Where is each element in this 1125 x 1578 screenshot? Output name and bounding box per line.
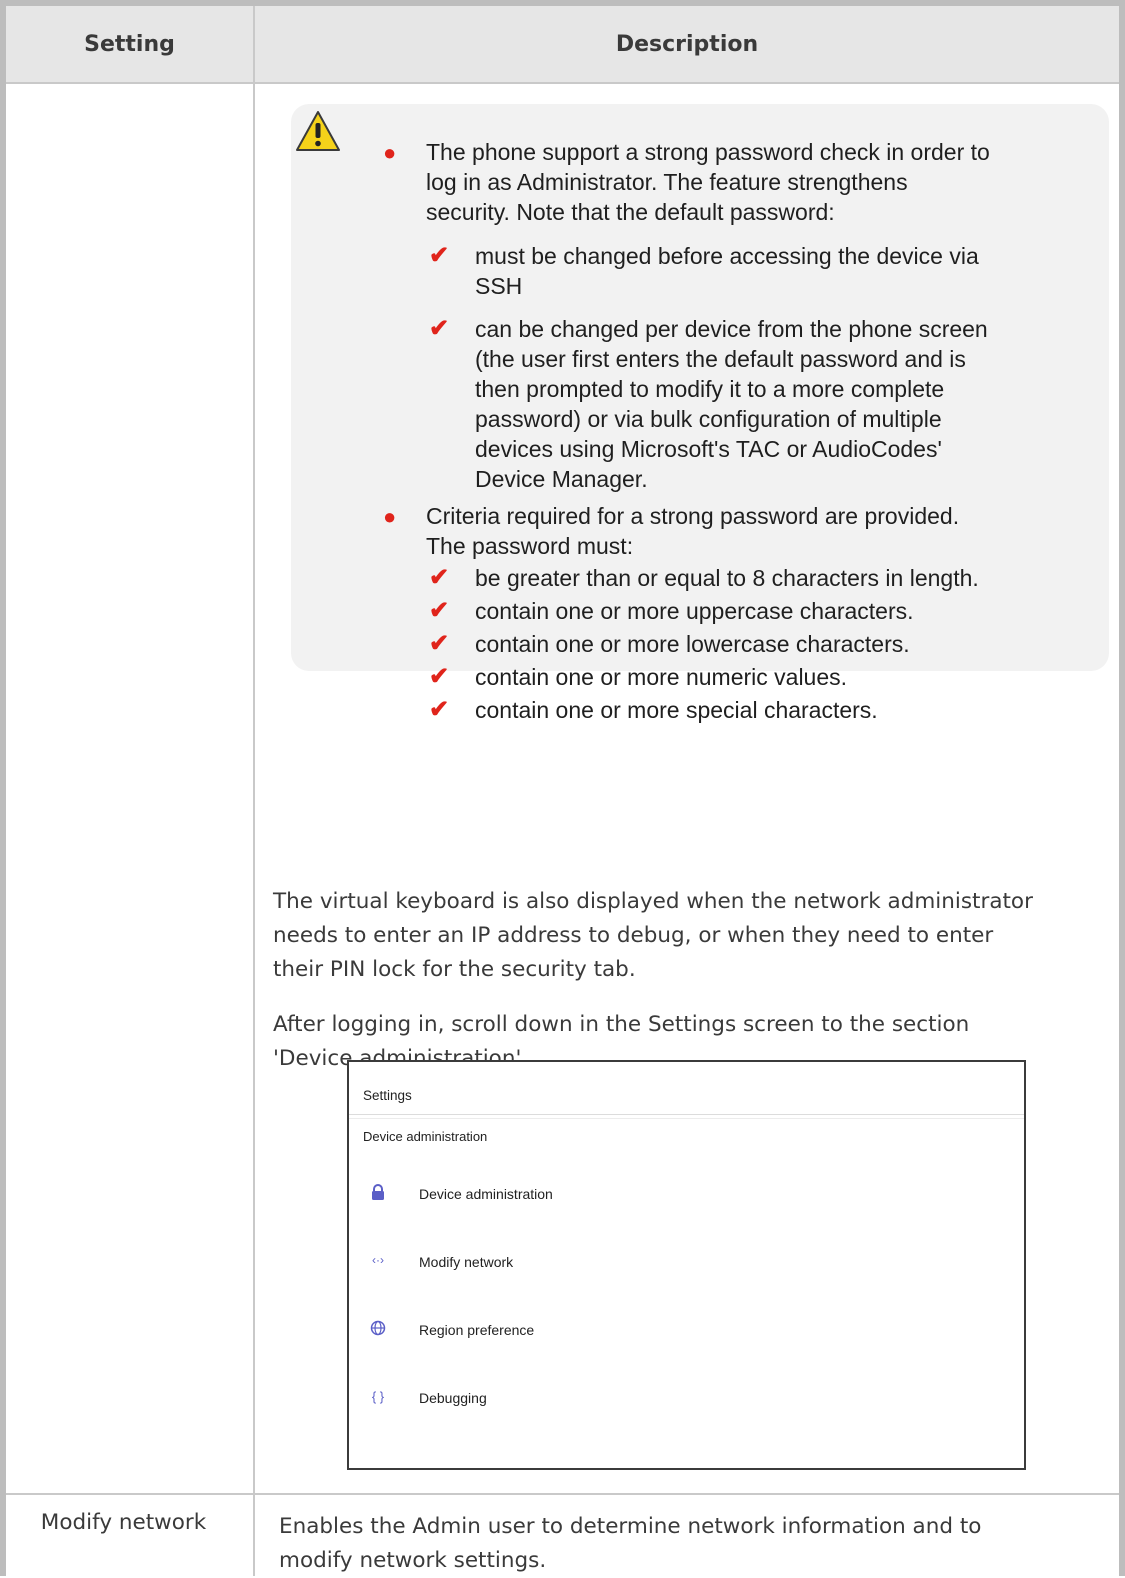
check-icon: ✔ <box>429 696 450 723</box>
note-text: password) or via bulk configuration of m… <box>475 406 942 432</box>
description-line: modify network settings. <box>279 1548 547 1573</box>
note-text: The password must: <box>426 533 634 559</box>
setting-cell: Modify network <box>40 1510 207 1535</box>
note-text: contain one or more uppercase characters… <box>475 598 914 624</box>
note-text: contain one or more numeric values. <box>475 664 848 690</box>
globe-icon <box>369 1319 387 1337</box>
header-description: Description <box>615 31 759 57</box>
warning-icon <box>296 111 340 151</box>
note-text: security. Note that the default password… <box>426 199 835 225</box>
screenshot-item-label: Region preference <box>419 1322 535 1338</box>
note-text: contain one or more special characters. <box>475 697 878 723</box>
note-text: Device Manager. <box>475 466 648 492</box>
settings-screenshot: Settings Device administration Device ad… <box>347 1060 1026 1470</box>
note-box: ● The phone support a strong password ch… <box>291 104 1109 723</box>
lock-icon <box>369 1183 387 1201</box>
note-text: Criteria required for a strong password … <box>426 503 960 529</box>
screenshot-section-label: Device administration <box>363 1129 488 1144</box>
check-icon: ✔ <box>429 597 450 624</box>
check-icon: ✔ <box>429 242 450 269</box>
note-text: SSH <box>475 273 523 299</box>
braces-icon: { } <box>371 1388 385 1404</box>
divider <box>349 1114 1024 1115</box>
screenshot-item-label: Device administration <box>419 1186 553 1202</box>
check-icon: ✔ <box>429 630 450 657</box>
bullet-icon: ● <box>383 504 397 529</box>
row-divider <box>6 1493 1119 1495</box>
note-text: contain one or more lowercase characters… <box>475 631 910 657</box>
paragraph-line: The virtual keyboard is also displayed w… <box>273 889 1033 914</box>
header-setting: Setting <box>84 31 175 57</box>
screenshot-item-label: Debugging <box>419 1390 487 1406</box>
check-icon: ✔ <box>429 663 450 690</box>
divider <box>349 1118 1024 1119</box>
paragraph-line: After logging in, scroll down in the Set… <box>273 1012 970 1037</box>
paragraph-line: their PIN lock for the security tab. <box>273 957 636 982</box>
screenshot-item-label: Modify network <box>419 1254 514 1270</box>
screenshot-title: Settings <box>363 1088 412 1103</box>
table-header-row: Setting Description <box>6 6 1119 84</box>
description-line: Enables the Admin user to determine netw… <box>279 1514 982 1539</box>
note-text: devices using Microsoft's TAC or AudioCo… <box>475 436 942 462</box>
note-text: The phone support a strong password chec… <box>426 139 990 165</box>
bullet-icon: ● <box>383 140 397 165</box>
note-text: must be changed before accessing the dev… <box>475 243 979 269</box>
check-icon: ✔ <box>429 564 450 591</box>
column-divider <box>253 6 255 1576</box>
note-text: log in as Administrator. The feature str… <box>426 169 908 195</box>
check-icon: ✔ <box>429 315 450 342</box>
note-text: can be changed per device from the phone… <box>475 316 988 342</box>
network-icon: ‹·› <box>372 1253 384 1267</box>
note-text: (the user first enters the default passw… <box>475 346 966 372</box>
paragraph-line: needs to enter an IP address to debug, o… <box>273 923 994 948</box>
note-text: then prompted to modify it to a more com… <box>475 376 945 402</box>
note-text: be greater than or equal to 8 characters… <box>475 565 979 591</box>
